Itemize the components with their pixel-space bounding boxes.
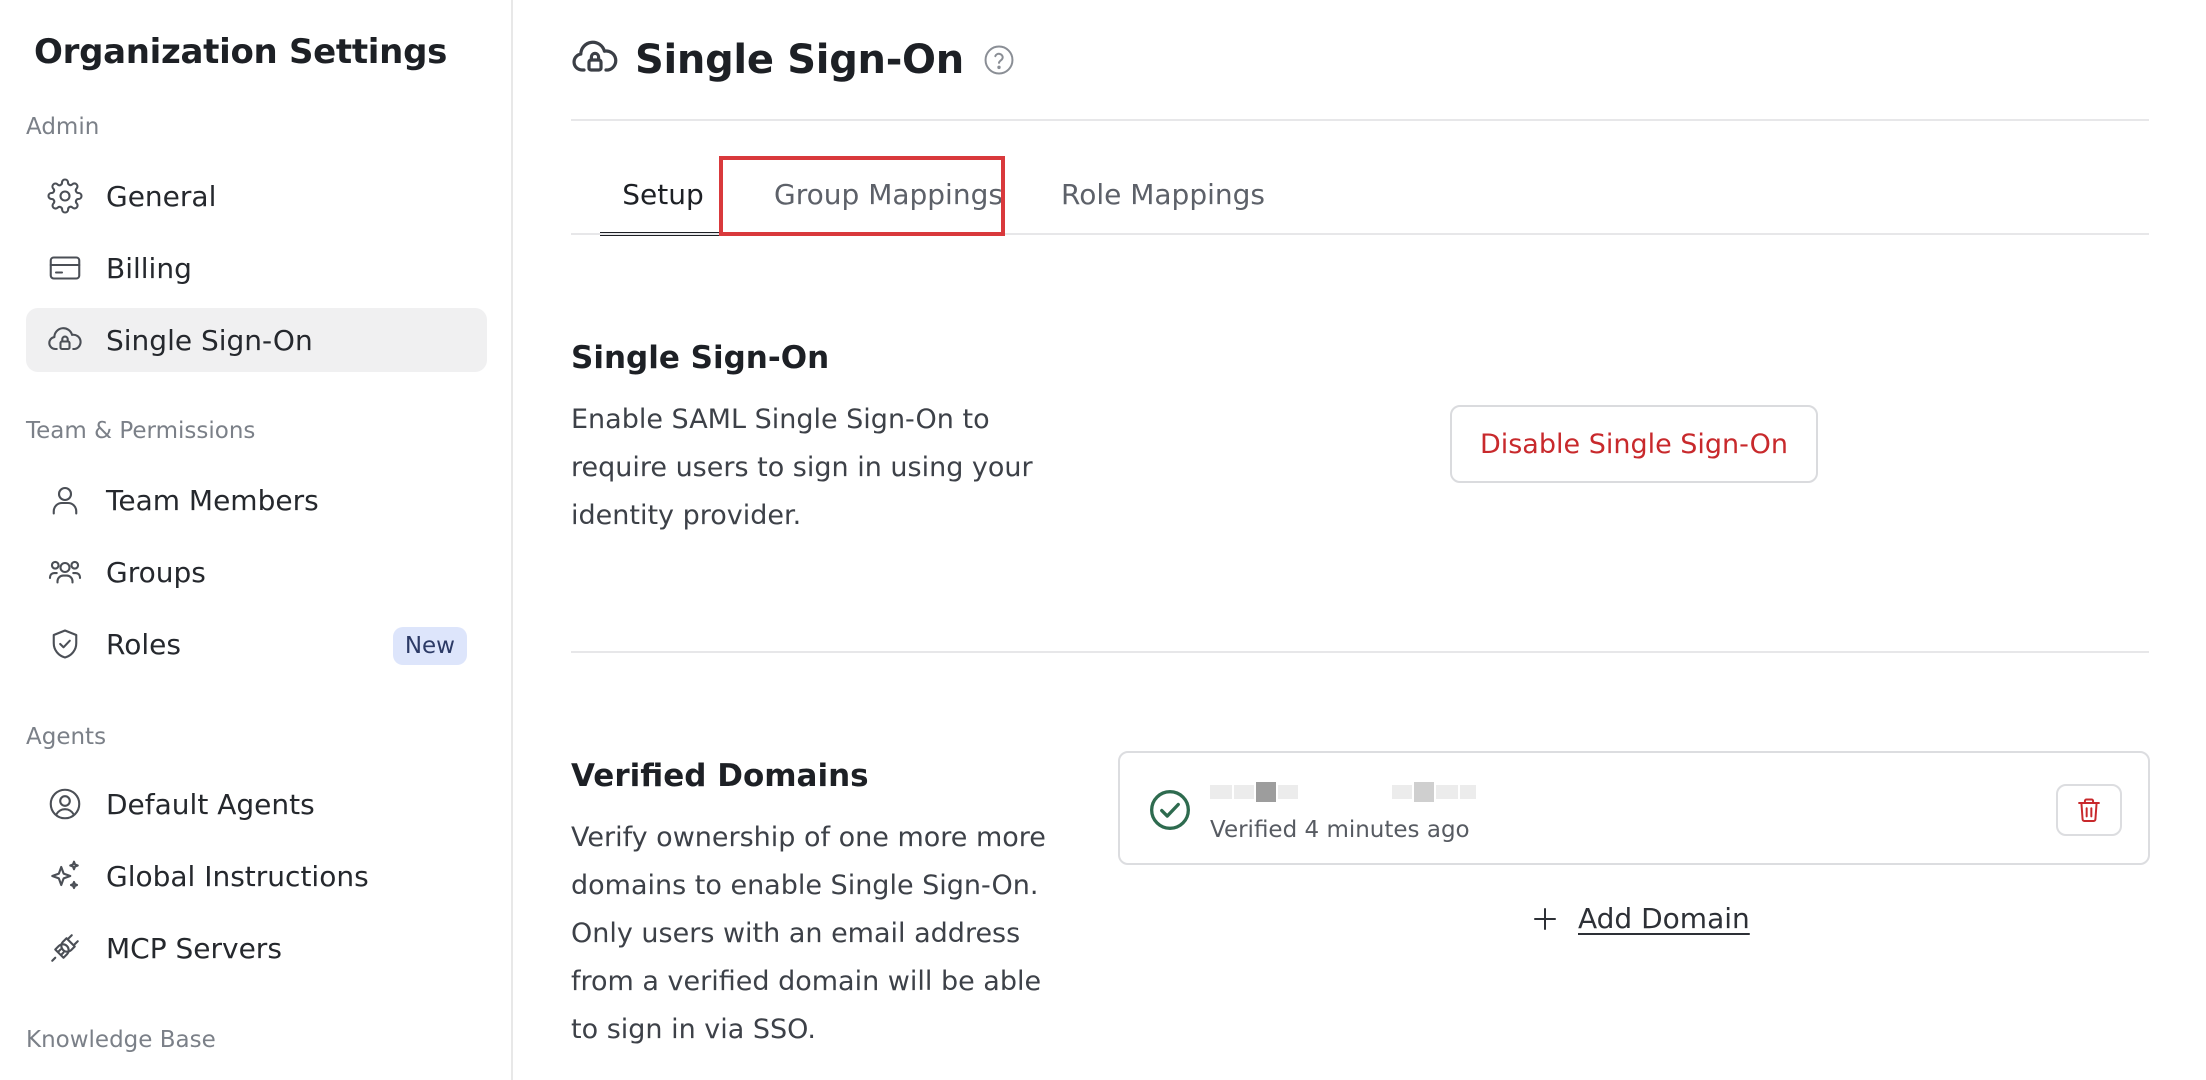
domains-section-description: Verify ownership of one more more domain… bbox=[571, 822, 1046, 1045]
shield-check-icon bbox=[46, 625, 84, 663]
main-content: Single Sign-On Setup Group Mappings Role… bbox=[514, 0, 2206, 1080]
add-domain-button[interactable]: Add Domain bbox=[1530, 902, 1750, 935]
new-badge: New bbox=[392, 627, 467, 665]
cloud-lock-icon bbox=[46, 321, 84, 359]
cloud-lock-icon bbox=[571, 34, 619, 86]
delete-domain-button[interactable] bbox=[2056, 784, 2122, 836]
sidebar-item-label: MCP Servers bbox=[106, 931, 282, 965]
check-circle-icon bbox=[1148, 788, 1192, 836]
tab-role-mappings[interactable]: Role Mappings bbox=[1038, 154, 1288, 234]
sidebar-item-mcp-servers[interactable]: MCP Servers bbox=[26, 916, 487, 980]
sidebar-item-label: Single Sign-On bbox=[106, 323, 313, 357]
page-header: Single Sign-On bbox=[571, 34, 1016, 86]
sidebar-item-label: General bbox=[106, 179, 217, 213]
disable-sso-button[interactable]: Disable Single Sign-On bbox=[1450, 405, 1818, 483]
add-domain-label: Add Domain bbox=[1578, 902, 1750, 935]
sidebar-item-label: Global Instructions bbox=[106, 859, 369, 893]
domain-name-redacted bbox=[1210, 775, 1500, 809]
sidebar-item-label: Billing bbox=[106, 251, 192, 285]
tab-group-mappings[interactable]: Group Mappings bbox=[756, 154, 1021, 234]
page-title: Single Sign-On bbox=[635, 37, 964, 83]
user-circle-icon bbox=[46, 785, 84, 823]
sidebar-item-label: Default Agents bbox=[106, 787, 315, 821]
sidebar-item-general[interactable]: General bbox=[26, 164, 487, 228]
section-divider bbox=[571, 651, 2149, 653]
plug-icon bbox=[46, 929, 84, 967]
sidebar-item-label: Roles bbox=[106, 627, 181, 661]
users-group-icon bbox=[46, 553, 84, 591]
section-label-knowledge-base: Knowledge Base bbox=[26, 1027, 216, 1053]
sso-section-title: Single Sign-On bbox=[571, 340, 830, 376]
sidebar-item-billing[interactable]: Billing bbox=[26, 236, 487, 300]
help-circle-icon[interactable] bbox=[982, 43, 1016, 77]
sidebar-title: Organization Settings bbox=[34, 32, 448, 72]
sso-section-description: Enable SAML Single Sign-On to require us… bbox=[571, 404, 1033, 531]
section-label-admin: Admin bbox=[26, 114, 100, 140]
plus-icon bbox=[1530, 904, 1560, 934]
section-label-team-permissions: Team & Permissions bbox=[26, 418, 256, 444]
sidebar-item-team-members[interactable]: Team Members bbox=[26, 468, 487, 532]
sidebar-item-global-instructions[interactable]: Global Instructions bbox=[26, 844, 487, 908]
header-divider bbox=[571, 119, 2149, 121]
sparkles-icon bbox=[46, 857, 84, 895]
sidebar-item-label: Team Members bbox=[106, 483, 319, 517]
domain-verified-status: Verified 4 minutes ago bbox=[1210, 817, 1470, 843]
trash-icon bbox=[2075, 796, 2103, 824]
gear-icon bbox=[46, 177, 84, 215]
sidebar-item-label: Groups bbox=[106, 555, 206, 589]
tab-divider bbox=[571, 233, 2149, 235]
tab-setup[interactable]: Setup bbox=[600, 154, 726, 236]
section-label-agents: Agents bbox=[26, 724, 107, 750]
settings-sidebar: Organization Settings Admin General Bill… bbox=[0, 0, 513, 1080]
sidebar-item-roles[interactable]: Roles New bbox=[26, 612, 487, 676]
domain-card: Verified 4 minutes ago bbox=[1118, 751, 2150, 865]
user-icon bbox=[46, 481, 84, 519]
sidebar-item-default-agents[interactable]: Default Agents bbox=[26, 772, 487, 836]
credit-card-icon bbox=[46, 249, 84, 287]
sidebar-item-single-sign-on[interactable]: Single Sign-On bbox=[26, 308, 487, 372]
sidebar-item-groups[interactable]: Groups bbox=[26, 540, 487, 604]
domains-section-title: Verified Domains bbox=[571, 758, 869, 794]
